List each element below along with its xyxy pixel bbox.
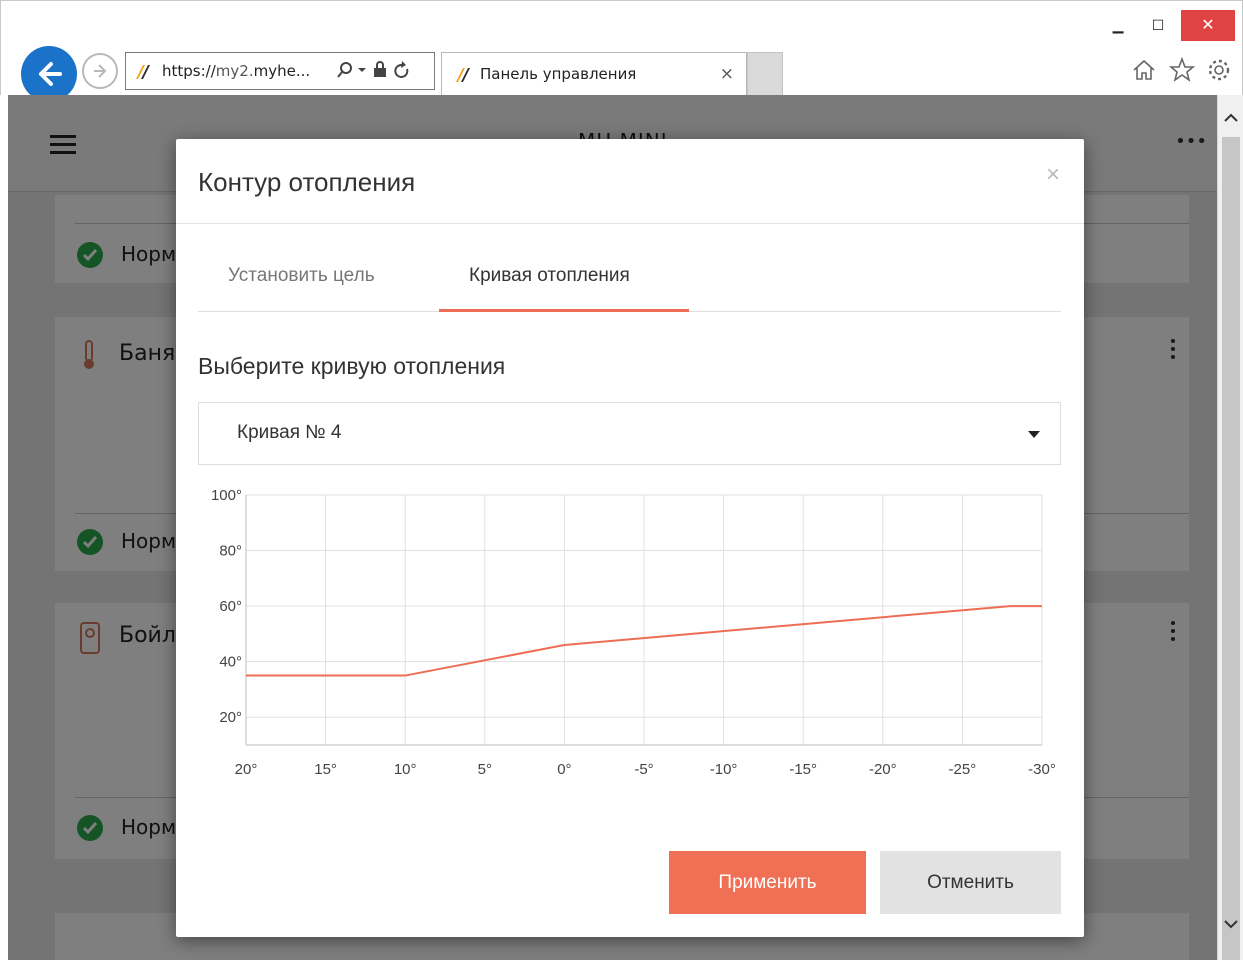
- scroll-up-icon[interactable]: [1218, 95, 1243, 137]
- y-tick-label: 100°: [211, 487, 242, 504]
- settings-gear-icon[interactable]: [1206, 57, 1232, 83]
- address-bar[interactable]: https://my2.myhe...: [125, 52, 435, 90]
- x-tick-label: 0°: [557, 761, 571, 778]
- y-tick-label: 80°: [219, 543, 242, 560]
- tab-close-button[interactable]: ×: [720, 64, 734, 84]
- x-tick-label: -5°: [634, 761, 653, 778]
- x-tick-label: 20°: [235, 761, 258, 778]
- x-tick-label: 15°: [314, 761, 337, 778]
- x-tick-label: 10°: [394, 761, 417, 778]
- x-tick-label: -10°: [710, 761, 738, 778]
- heating-circuit-dialog: Контур отопления × Установить цель Крива…: [176, 139, 1084, 937]
- x-tick-label: -30°: [1028, 761, 1056, 778]
- url-text: https://my2.myhe...: [162, 62, 310, 80]
- url-scheme: https://: [162, 62, 216, 80]
- scrollbar-thumb[interactable]: [1222, 137, 1240, 960]
- browser-tab-active[interactable]: Панель управления ×: [441, 52, 747, 96]
- x-tick-label: 5°: [478, 761, 492, 778]
- browser-chrome: ▁ ☐ ✕ https://my2.myhe... Панель управле…: [0, 0, 1243, 102]
- address-tools: [336, 60, 422, 84]
- x-tick-label: -20°: [869, 761, 897, 778]
- window-maximize-button[interactable]: ☐: [1141, 11, 1175, 41]
- home-icon[interactable]: [1131, 57, 1157, 83]
- cancel-button[interactable]: Отменить: [880, 851, 1061, 914]
- y-tick-label: 40°: [219, 654, 242, 671]
- site-favicon-icon: [456, 68, 470, 82]
- y-tick-label: 60°: [219, 598, 242, 615]
- scrollbar[interactable]: [1217, 95, 1243, 960]
- site-favicon-icon: [136, 65, 150, 79]
- favorites-star-icon[interactable]: [1169, 57, 1195, 83]
- window-minimize-button[interactable]: ▁: [1101, 11, 1135, 41]
- apply-button[interactable]: Применить: [669, 851, 866, 914]
- url-domain: myhe...: [253, 62, 311, 80]
- browser-tab-title: Панель управления: [480, 65, 637, 83]
- scroll-down-icon[interactable]: [1218, 905, 1243, 947]
- x-tick-label: -15°: [789, 761, 817, 778]
- heating-curve-chart: 20° 15° 10° 5° 0° -5° -10° -15° -20° -25° -30° 100°…: [211, 487, 1056, 778]
- forward-button[interactable]: [82, 53, 118, 89]
- new-tab-button[interactable]: [747, 52, 783, 96]
- arrow-left-icon: [39, 62, 62, 86]
- url-domain-prefix: my2.: [215, 62, 254, 80]
- back-button[interactable]: [21, 46, 77, 102]
- search-lock-refresh-icons[interactable]: [336, 60, 422, 80]
- y-tick-label: 20°: [219, 709, 242, 726]
- window-close-button[interactable]: ✕: [1181, 10, 1235, 41]
- x-tick-label: -25°: [949, 761, 977, 778]
- arrow-right-icon: [94, 64, 107, 78]
